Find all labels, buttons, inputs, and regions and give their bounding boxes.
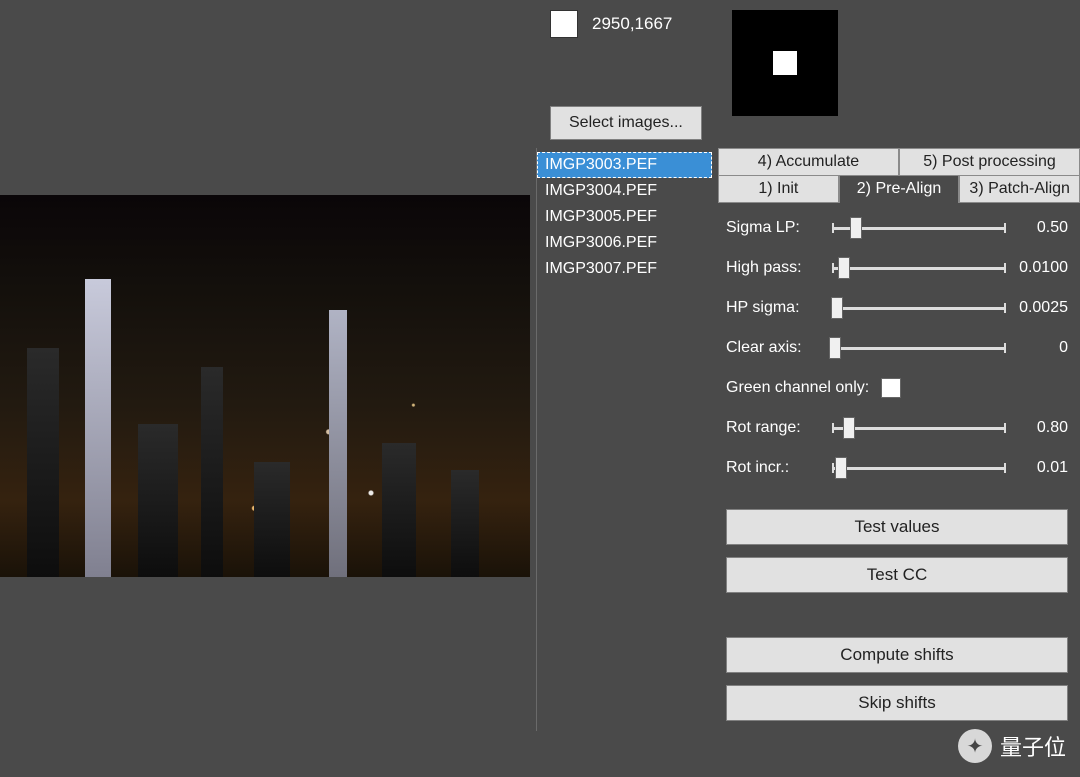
- tab[interactable]: 2) Pre-Align: [839, 176, 960, 203]
- tab-area: 4) Accumulate5) Post processing 1) Init2…: [718, 148, 1080, 731]
- wechat-icon: ✦: [958, 729, 992, 763]
- slider-thumb[interactable]: [843, 417, 855, 439]
- preview-image[interactable]: [0, 195, 530, 577]
- thumbnail[interactable]: [732, 10, 838, 116]
- slider-hp-sigma: HP sigma: 0.0025: [726, 293, 1068, 323]
- slider-value: 0: [1012, 339, 1068, 357]
- coord-row: 2950,1667: [550, 10, 702, 38]
- tab[interactable]: 1) Init: [718, 176, 839, 203]
- slider-rot-range: Rot range: 0.80: [726, 413, 1068, 443]
- slider-label: High pass:: [726, 259, 826, 277]
- tab[interactable]: 4) Accumulate: [718, 148, 899, 176]
- slider-value: 0.50: [1012, 219, 1068, 237]
- slider-track[interactable]: [832, 297, 1006, 319]
- tab-row-bottom: 1) Init2) Pre-Align3) Patch-Align: [718, 176, 1080, 203]
- green-channel-checkbox[interactable]: [881, 378, 901, 398]
- file-item[interactable]: IMGP3005.PEF: [537, 204, 712, 230]
- slider-label: Sigma LP:: [726, 219, 826, 237]
- slider-high-pass: High pass: 0.0100: [726, 253, 1068, 283]
- slider-track[interactable]: [832, 337, 1006, 359]
- slider-value: 0.0100: [1012, 259, 1068, 277]
- tab-row-top: 4) Accumulate5) Post processing: [718, 148, 1080, 176]
- slider-track[interactable]: [832, 457, 1006, 479]
- slider-value: 0.01: [1012, 459, 1068, 477]
- checkbox-label: Green channel only:: [726, 379, 869, 397]
- slider-thumb[interactable]: [835, 457, 847, 479]
- test-cc-button[interactable]: Test CC: [726, 557, 1068, 593]
- green-channel-row: Green channel only:: [726, 373, 1068, 403]
- slider-thumb[interactable]: [850, 217, 862, 239]
- slider-label: HP sigma:: [726, 299, 826, 317]
- tab[interactable]: 5) Post processing: [899, 148, 1080, 176]
- file-item[interactable]: IMGP3007.PEF: [537, 256, 712, 282]
- watermark-text: 量子位: [1000, 730, 1066, 762]
- skip-shifts-button[interactable]: Skip shifts: [726, 685, 1068, 721]
- color-swatch[interactable]: [550, 10, 578, 38]
- slider-label: Rot range:: [726, 419, 826, 437]
- file-item[interactable]: IMGP3006.PEF: [537, 230, 712, 256]
- slider-thumb[interactable]: [838, 257, 850, 279]
- slider-track[interactable]: [832, 217, 1006, 239]
- file-item[interactable]: IMGP3003.PEF: [537, 152, 712, 178]
- file-list[interactable]: IMGP3003.PEFIMGP3004.PEFIMGP3005.PEFIMGP…: [536, 148, 712, 731]
- slider-clear-axis: Clear axis: 0: [726, 333, 1068, 363]
- slider-thumb[interactable]: [831, 297, 843, 319]
- coord-text: 2950,1667: [592, 14, 672, 34]
- slider-label: Rot incr.:: [726, 459, 826, 477]
- slider-value: 0.80: [1012, 419, 1068, 437]
- slider-track[interactable]: [832, 417, 1006, 439]
- slider-thumb[interactable]: [829, 337, 841, 359]
- slider-value: 0.0025: [1012, 299, 1068, 317]
- pre-align-panel: Sigma LP: 0.50 High pass: 0.0: [718, 203, 1080, 731]
- mid-row: IMGP3003.PEFIMGP3004.PEFIMGP3005.PEFIMGP…: [536, 148, 1080, 731]
- slider-sigma-lp: Sigma LP: 0.50: [726, 213, 1068, 243]
- file-item[interactable]: IMGP3004.PEF: [537, 178, 712, 204]
- slider-track[interactable]: [832, 257, 1006, 279]
- preview-pane: [0, 0, 530, 777]
- tab[interactable]: 3) Patch-Align: [959, 176, 1080, 203]
- thumbnail-marker: [773, 51, 797, 75]
- compute-shifts-button[interactable]: Compute shifts: [726, 637, 1068, 673]
- slider-label: Clear axis:: [726, 339, 826, 357]
- city-photo: [0, 195, 530, 577]
- select-images-button[interactable]: Select images...: [550, 106, 702, 140]
- test-values-button[interactable]: Test values: [726, 509, 1068, 545]
- app-root: 2950,1667 Select images... IMGP3003.PEFI…: [0, 0, 1080, 777]
- watermark: ✦ 量子位: [958, 729, 1066, 763]
- slider-rot-incr: Rot incr.: 0.01: [726, 453, 1068, 483]
- control-pane: 2950,1667 Select images... IMGP3003.PEFI…: [530, 0, 1080, 777]
- top-block: 2950,1667 Select images...: [536, 0, 1080, 148]
